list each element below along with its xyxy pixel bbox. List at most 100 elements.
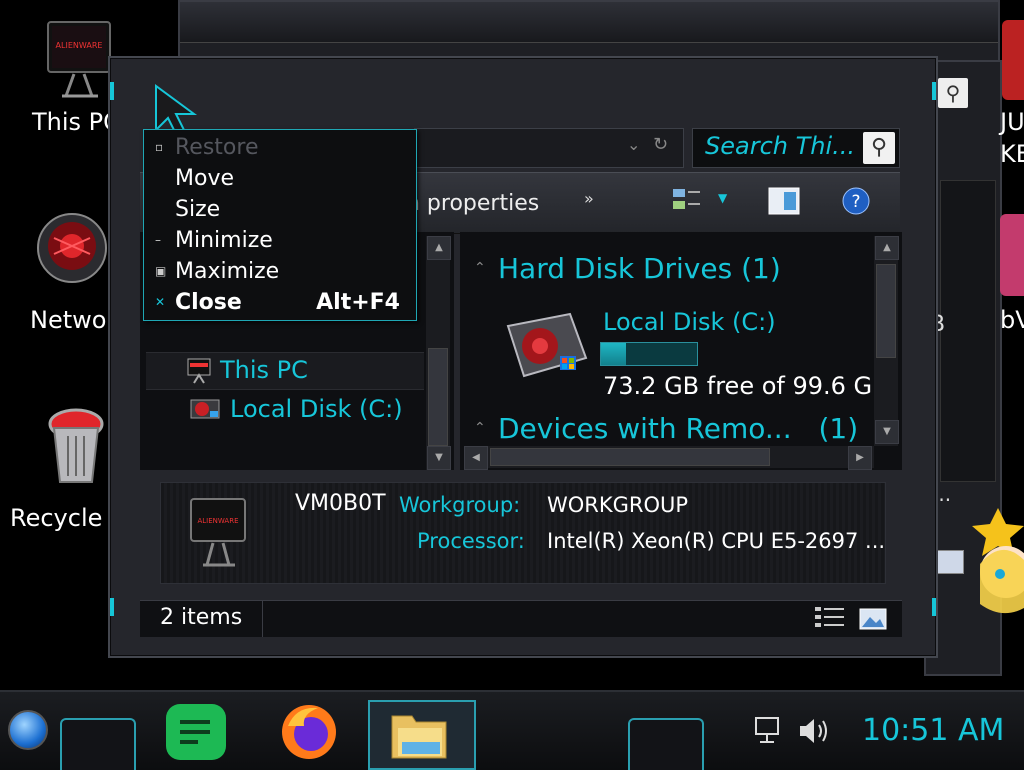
notes-app-icon[interactable] <box>166 704 226 760</box>
scroll-thumb[interactable] <box>428 348 448 446</box>
menu-item-size[interactable]: Size <box>144 194 416 225</box>
menu-item-restore[interactable]: ▫ Restore <box>144 132 416 163</box>
chevron-down-icon[interactable]: ⌄ <box>627 135 640 154</box>
volume-icon[interactable] <box>798 716 832 746</box>
svg-text:ALIENWARE: ALIENWARE <box>56 41 103 50</box>
firefox-icon[interactable] <box>278 700 340 762</box>
desktop-label-partial: bV <box>1000 306 1024 334</box>
status-bar: 2 items <box>140 600 902 637</box>
computer-icon: ALIENWARE <box>190 498 246 567</box>
menu-item-label: Minimize <box>175 228 273 253</box>
view-options-icon[interactable] <box>672 187 702 213</box>
taskbar-file-explorer[interactable] <box>368 700 476 770</box>
start-button[interactable] <box>8 710 48 750</box>
scroll-right-icon[interactable]: ▶ <box>848 446 872 470</box>
frame-accent <box>110 598 114 616</box>
search-icon[interactable]: ⚲ <box>863 132 895 164</box>
menu-item-maximize[interactable]: ▣ Maximize <box>144 256 416 287</box>
chevron-down-icon[interactable]: ▼ <box>718 191 727 205</box>
divider <box>262 601 263 637</box>
scroll-down-icon[interactable]: ▼ <box>427 446 451 470</box>
frame-accent <box>932 82 936 100</box>
search-icon: ⚲ <box>938 78 968 108</box>
menu-item-close[interactable]: ✕ Close Alt+F4 <box>144 287 416 318</box>
address-bar[interactable]: ⌄ ↻ <box>414 128 684 168</box>
help-icon[interactable]: ? <box>842 187 870 215</box>
computer-name: VM0B0T <box>295 491 386 516</box>
menu-item-move[interactable]: Move <box>144 163 416 194</box>
content-hscrollbar[interactable]: ◀ ▶ <box>464 446 874 470</box>
desktop-app-icon[interactable] <box>1000 214 1024 296</box>
details-pane: ALIENWARE VM0B0T Workgroup: WORKGROUP Pr… <box>160 482 886 584</box>
notes-line <box>180 730 210 734</box>
menu-item-shortcut: Alt+F4 <box>316 290 400 315</box>
taskbar-slot[interactable] <box>628 718 704 770</box>
recycle-bin-icon <box>48 408 104 483</box>
svg-text:?: ? <box>851 192 860 212</box>
scroll-track <box>940 180 996 482</box>
collapse-group-icon[interactable]: ⌃ <box>474 420 486 436</box>
search-input[interactable]: Search Thi... <box>705 132 855 160</box>
notes-line <box>180 720 210 724</box>
nav-item-label: Local Disk (C:) <box>230 395 403 423</box>
nav-scrollbar[interactable]: ▲ ▼ <box>426 236 451 470</box>
network-icon <box>37 213 107 283</box>
workgroup-label: Workgroup: <box>399 493 521 517</box>
desktop-app-icon[interactable] <box>1002 20 1024 100</box>
scroll-left-icon[interactable]: ◀ <box>464 446 488 470</box>
scroll-down-icon[interactable]: ▼ <box>875 420 899 444</box>
scroll-up-icon[interactable]: ▲ <box>427 236 451 260</box>
notes-line <box>180 740 198 744</box>
refresh-icon[interactable]: ↻ <box>653 134 668 155</box>
background-window[interactable] <box>178 0 1000 64</box>
frame-accent <box>932 598 936 616</box>
nav-item-label: This PC <box>220 356 308 384</box>
drive-name: Local Disk (C:) <box>603 308 776 336</box>
details-view-icon[interactable] <box>814 605 846 633</box>
content-pane[interactable]: ⌃ Hard Disk Drives (1) Local Disk (C:) 7… <box>460 232 902 470</box>
menu-item-label: Size <box>175 197 221 222</box>
system-properties-button[interactable]: n properties <box>406 191 539 216</box>
preview-pane-icon[interactable] <box>768 187 800 215</box>
drive-free-space: 73.2 GB free of 99.6 GB <box>603 372 889 400</box>
maximize-icon: ▣ <box>155 264 167 278</box>
hard-drive-icon <box>506 312 588 378</box>
taskbar-clock[interactable]: 10:51 AM <box>862 713 1004 748</box>
scroll-thumb[interactable] <box>490 448 770 466</box>
menu-item-label: Close <box>175 290 242 315</box>
scroll-thumb[interactable] <box>876 264 896 358</box>
desktop-icon-label: This PC <box>32 108 120 136</box>
window-context-menu: ▫ Restore Move Size – Minimize ▣ Maximiz… <box>143 129 417 321</box>
desktop-label-partial: KE <box>1000 140 1024 168</box>
scroll-up-icon[interactable]: ▲ <box>875 236 899 260</box>
menu-item-minimize[interactable]: – Minimize <box>144 225 416 256</box>
menu-item-label: Maximize <box>175 259 280 284</box>
group-header-removable[interactable]: Devices with Remo... (1) <box>498 412 858 445</box>
taskbar-slot[interactable] <box>60 718 136 770</box>
drive-usage-fill <box>601 343 627 365</box>
nav-item-local-disk[interactable]: Local Disk (C:) <box>146 392 424 428</box>
processor-label: Processor: <box>417 529 525 553</box>
search-box[interactable]: Search Thi... ⚲ <box>692 128 900 168</box>
collapse-group-icon[interactable]: ⌃ <box>474 260 486 276</box>
svg-text:ALIENWARE: ALIENWARE <box>197 517 238 525</box>
desktop-label-partial: JU <box>1000 108 1024 136</box>
drive-usage-bar <box>600 342 698 366</box>
minimize-icon: – <box>155 233 161 247</box>
item-count: 2 items <box>160 605 243 630</box>
drive-tile-local-disk[interactable]: Local Disk (C:) 73.2 GB free of 99.6 GB <box>500 308 889 400</box>
content-vscrollbar[interactable]: ▲ ▼ <box>874 236 899 446</box>
workgroup-value: WORKGROUP <box>547 493 689 517</box>
group-title: Devices with Remo... <box>498 412 792 445</box>
menu-item-label: Restore <box>175 135 259 160</box>
more-commands-icon[interactable]: » <box>584 189 594 208</box>
window-frame <box>180 2 998 43</box>
group-count: (1) <box>741 252 781 285</box>
network-tray-icon[interactable] <box>752 714 784 746</box>
group-title: Hard Disk Drives <box>498 252 733 285</box>
nav-item-this-pc[interactable]: This PC <box>146 352 424 390</box>
menu-item-label: Move <box>175 166 234 191</box>
group-header-hard-disks[interactable]: Hard Disk Drives (1) <box>498 252 781 285</box>
large-icons-view-icon[interactable] <box>858 605 890 633</box>
processor-value: Intel(R) Xeon(R) CPU E5-2697 ... <box>547 529 886 553</box>
